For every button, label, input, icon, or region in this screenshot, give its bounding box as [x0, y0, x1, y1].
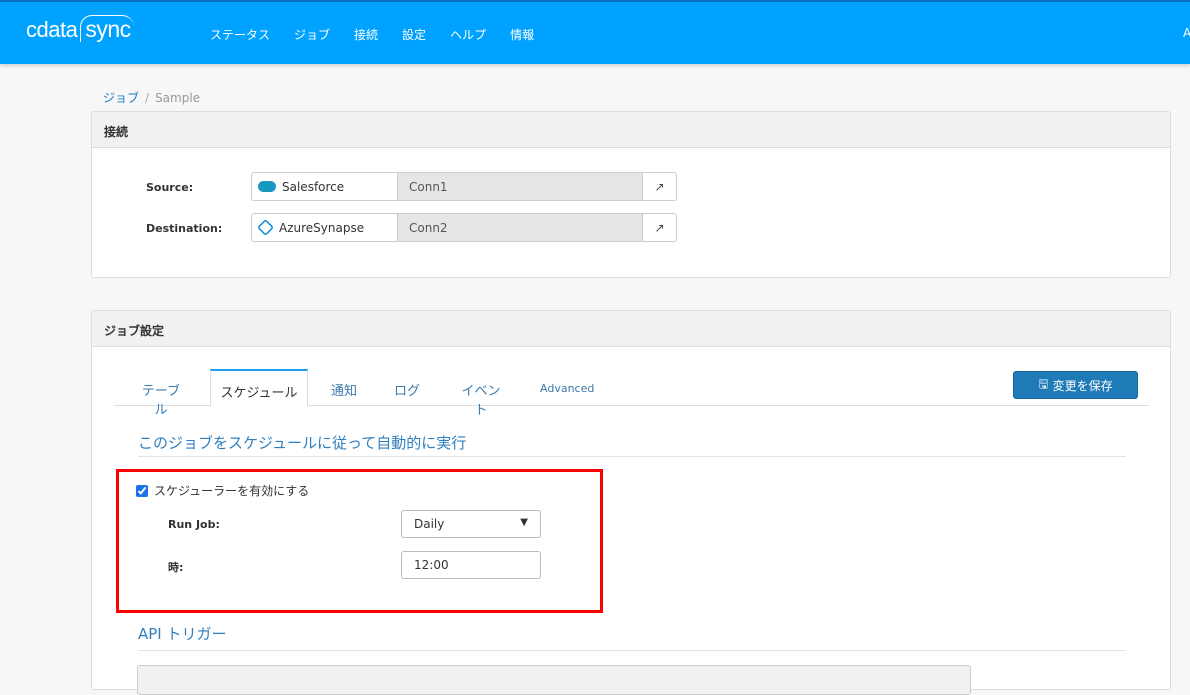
nav-help[interactable]: ヘルプ: [450, 26, 486, 43]
highlight-box: [116, 469, 603, 613]
breadcrumb-current: Sample: [155, 91, 201, 105]
destination-type: AzureSynapse: [279, 220, 365, 235]
nav-status[interactable]: ステータス: [210, 26, 270, 43]
user-menu[interactable]: A: [1183, 26, 1190, 40]
external-link-icon[interactable]: ↗: [643, 214, 676, 241]
panel-title: ジョブ設定: [92, 311, 1170, 347]
api-trigger-heading: API トリガー: [138, 625, 227, 643]
tab-logs[interactable]: ログ: [394, 369, 420, 406]
destination-conn-name: Conn2: [398, 214, 643, 241]
nav-settings[interactable]: 設定: [402, 26, 426, 43]
nav-connections[interactable]: 接続: [354, 26, 378, 43]
logo-text-sync: sync: [80, 15, 134, 42]
source-conn-name: Conn1: [398, 173, 643, 200]
save-label: 変更を保存: [1052, 378, 1113, 393]
salesforce-icon: [258, 181, 276, 192]
schedule-heading: このジョブをスケジュールに従って自動的に実行: [138, 434, 467, 452]
nav-info[interactable]: 情報: [510, 26, 534, 43]
save-changes-button[interactable]: 🖫 変更を保存: [1013, 371, 1138, 399]
tab-events[interactable]: イベント: [456, 369, 506, 418]
destination-label: Destination:: [146, 222, 223, 235]
logo-text: cdata: [26, 17, 78, 42]
tab-notifications[interactable]: 通知: [330, 369, 358, 406]
divider: [138, 650, 1126, 651]
divider: [138, 456, 1126, 457]
tab-advanced[interactable]: Advanced: [540, 369, 594, 406]
cdata-sync-logo[interactable]: cdata sync: [26, 15, 134, 43]
external-link-icon[interactable]: ↗: [643, 173, 676, 200]
panel-title: 接続: [92, 112, 1170, 148]
azure-synapse-icon: [257, 219, 274, 236]
main-nav: ステータス ジョブ 接続 設定 ヘルプ 情報: [210, 26, 558, 43]
source-type: Salesforce: [282, 179, 345, 194]
save-icon: 🖫: [1038, 376, 1049, 391]
connections-panel: 接続 Source: Salesforce Conn1 ↗ Destinatio…: [91, 111, 1171, 278]
tab-schedule[interactable]: スケジュール: [210, 369, 308, 407]
breadcrumb: ジョブ / Sample: [103, 89, 200, 106]
source-connection: Salesforce Conn1 ↗: [251, 172, 677, 201]
tab-tables[interactable]: テーブル: [136, 369, 186, 418]
top-nav-bar: cdata sync ステータス ジョブ 接続 設定 ヘルプ 情報 A: [0, 0, 1190, 64]
nav-jobs[interactable]: ジョブ: [294, 26, 330, 43]
destination-connection: AzureSynapse Conn2 ↗: [251, 213, 677, 242]
breadcrumb-jobs-link[interactable]: ジョブ: [103, 91, 139, 105]
source-label: Source:: [146, 181, 194, 194]
job-tabs: テーブル スケジュール 通知 ログ イベント Advanced: [114, 369, 1149, 418]
breadcrumb-separator: /: [145, 91, 150, 105]
api-trigger-box: [137, 665, 971, 695]
